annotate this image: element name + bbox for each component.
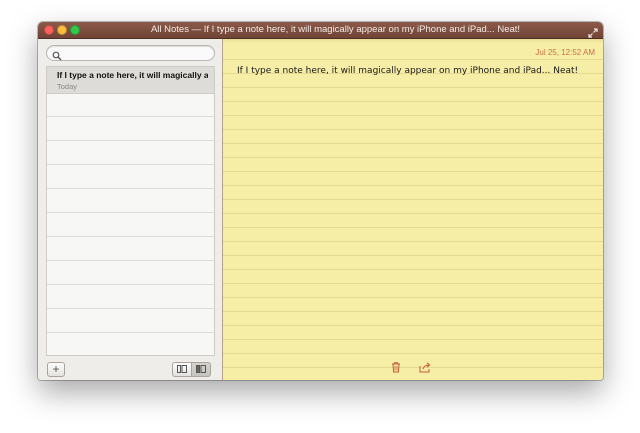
trash-icon[interactable] — [390, 360, 402, 373]
note-item-title: If I type a note here, it will magically… — [57, 70, 208, 80]
search-field[interactable] — [46, 45, 215, 61]
search-input[interactable] — [63, 46, 208, 59]
add-note-button[interactable]: + — [47, 362, 65, 377]
notes-list: If I type a note here, it will magically… — [46, 66, 215, 356]
minimize-button[interactable] — [57, 25, 67, 35]
title-bar[interactable]: All Notes — If I type a note here, it wi… — [38, 22, 603, 39]
note-date: Jul 25, 12:52 AM — [535, 48, 595, 57]
paper-edge — [223, 39, 603, 43]
list-view-icon — [177, 365, 187, 373]
fullscreen-icon[interactable] — [588, 25, 598, 38]
note-body-text[interactable]: If I type a note here, it will magically… — [237, 66, 583, 76]
note-item-date: Today — [57, 82, 78, 91]
sidebar-toolbar: + — [38, 358, 222, 380]
notes-window: All Notes — If I type a note here, it wi… — [38, 22, 603, 380]
search-icon — [52, 48, 62, 61]
share-icon[interactable] — [419, 360, 432, 373]
zoom-button[interactable] — [70, 25, 80, 35]
list-item[interactable]: If I type a note here, it will magically… — [47, 67, 214, 94]
notes-sidebar: If I type a note here, it will magically… — [38, 39, 223, 380]
list-view-button[interactable] — [172, 362, 192, 377]
note-editor[interactable]: Jul 25, 12:52 AM If I type a note here, … — [223, 39, 603, 380]
split-view-icon — [196, 365, 206, 373]
window-title: All Notes — If I type a note here, it wi… — [150, 24, 521, 35]
note-toolbar — [223, 358, 603, 374]
close-button[interactable] — [44, 25, 54, 35]
split-view-button[interactable] — [191, 362, 211, 377]
